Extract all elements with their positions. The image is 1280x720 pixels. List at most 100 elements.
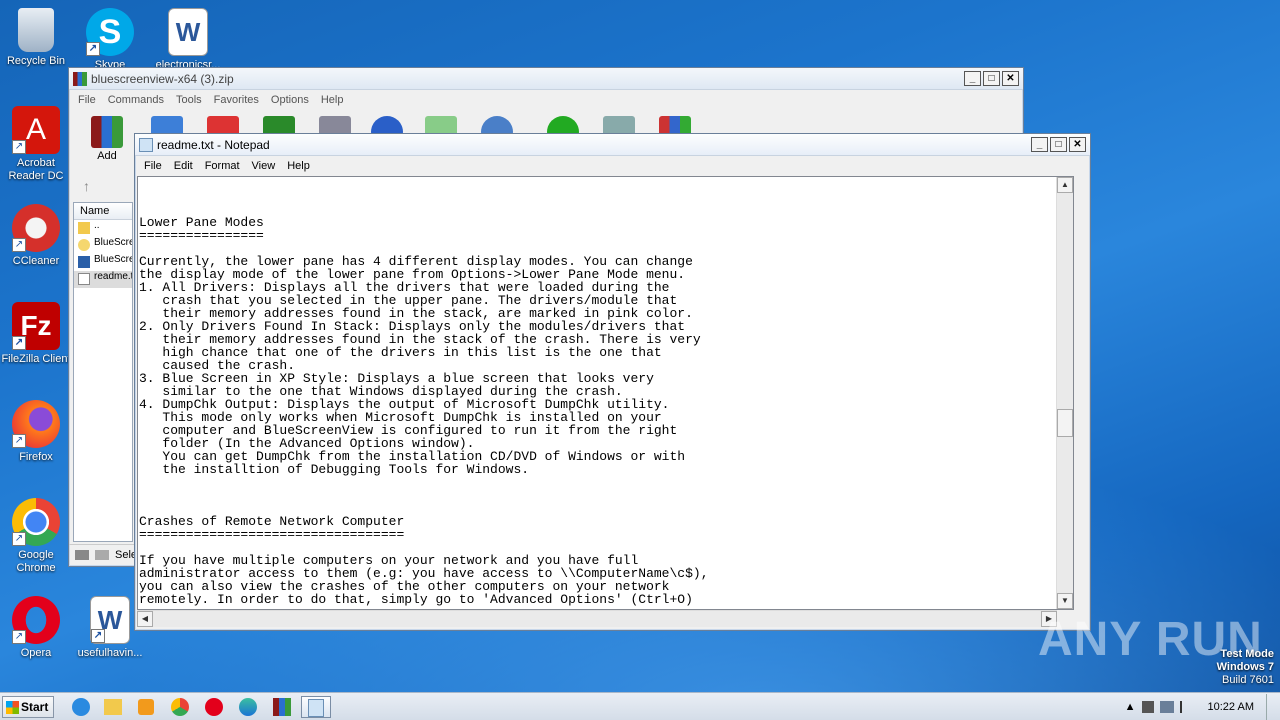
- drive-icon: [75, 550, 89, 560]
- desktop-icon-label: Opera: [20, 647, 52, 659]
- text-area[interactable]: Lower Pane Modes ================ Current…: [137, 176, 1074, 610]
- taskbar-media-player[interactable]: [131, 696, 161, 718]
- desktop-icon-chrome[interactable]: ↗ Google Chrome: [0, 498, 72, 575]
- menu-help[interactable]: Help: [315, 94, 350, 106]
- winrar-titlebar[interactable]: bluescreenview-x64 (3).zip _ □ ✕: [69, 68, 1023, 90]
- desktop-icon-label: usefulhavin...: [77, 647, 143, 659]
- add-label: Add: [97, 150, 117, 162]
- menu-options[interactable]: Options: [265, 94, 315, 106]
- network-icon[interactable]: [1159, 701, 1174, 713]
- file-row[interactable]: BlueScreenView.exe: [74, 254, 132, 271]
- desktop-icon-opera[interactable]: ↗ Opera: [0, 596, 72, 660]
- opera-icon: [205, 698, 223, 716]
- close-button[interactable]: ✕: [1069, 137, 1086, 152]
- desktop-icon-recycle-bin[interactable]: Recycle Bin: [0, 8, 72, 68]
- minimize-button[interactable]: _: [1031, 137, 1048, 152]
- flag-icon[interactable]: [1179, 701, 1192, 713]
- file-name: ..: [94, 220, 100, 231]
- notepad-title: readme.txt - Notepad: [157, 137, 270, 152]
- acrobat-icon: A ↗: [12, 106, 60, 154]
- menu-file[interactable]: File: [72, 94, 102, 106]
- taskbar-opera[interactable]: [199, 696, 229, 718]
- file-row[interactable]: ..: [74, 220, 132, 237]
- notepad-icon: [308, 699, 324, 717]
- file-name: BlueScreenView.chm: [94, 237, 132, 248]
- minimize-button[interactable]: _: [964, 71, 981, 86]
- notepad-icon: [139, 137, 153, 152]
- desktop-icon-skype[interactable]: S ↗ Skype: [74, 8, 146, 72]
- close-button[interactable]: ✕: [1002, 71, 1019, 86]
- clock[interactable]: 10:22 AM: [1208, 701, 1254, 713]
- maximize-button[interactable]: □: [983, 71, 1000, 86]
- text-line: [139, 203, 1055, 216]
- scroll-thumb[interactable]: [1057, 408, 1073, 437]
- taskbar-ie[interactable]: [66, 696, 96, 718]
- desktop-icon-label: FileZilla Client: [1, 353, 71, 365]
- text-line: [139, 190, 1055, 203]
- menu-tools[interactable]: Tools: [170, 94, 208, 106]
- menu-favorites[interactable]: Favorites: [208, 94, 265, 106]
- taskbar-edge[interactable]: [233, 696, 263, 718]
- winrar-menubar: File Commands Tools Favorites Options He…: [69, 90, 1023, 109]
- word-doc-icon: W ↗: [90, 596, 130, 644]
- show-desktop-button[interactable]: [1266, 693, 1276, 720]
- scroll-down-button[interactable]: ▼: [1057, 593, 1073, 609]
- notepad-menubar: File Edit Format View Help: [135, 156, 1090, 175]
- chrome-icon: ↗: [12, 498, 60, 546]
- notepad-titlebar[interactable]: readme.txt - Notepad _ □ ✕: [135, 134, 1090, 156]
- system-tray: ▲ 10:22 AM: [1125, 693, 1280, 720]
- desktop-icon-ccleaner[interactable]: ↗ CCleaner: [0, 204, 72, 268]
- text-line: the installtion of Debugging Tools for W…: [139, 462, 530, 477]
- maximize-button[interactable]: □: [1050, 137, 1067, 152]
- notepad-window[interactable]: readme.txt - Notepad _ □ ✕ File Edit For…: [134, 133, 1091, 631]
- horizontal-scrollbar[interactable]: ◀ ▶: [137, 610, 1057, 627]
- desktop-icon-filezilla[interactable]: Fz ↗ FileZilla Client: [0, 302, 72, 366]
- desktop-icon-firefox[interactable]: ↗ Firefox: [0, 400, 72, 464]
- text-line: Lower Pane Modes: [139, 215, 264, 230]
- watermark-line: Windows 7: [1216, 661, 1274, 673]
- menu-view[interactable]: View: [246, 160, 282, 172]
- start-button[interactable]: Start: [2, 696, 54, 718]
- start-label: Start: [21, 700, 49, 714]
- taskbar-winrar[interactable]: [267, 696, 297, 718]
- firefox-icon: ↗: [12, 400, 60, 448]
- taskbar-notepad[interactable]: [301, 696, 331, 718]
- taskbar-explorer[interactable]: [98, 696, 128, 718]
- recycle-bin-icon: [18, 8, 54, 52]
- menu-commands[interactable]: Commands: [102, 94, 170, 106]
- ccleaner-icon: ↗: [12, 204, 60, 252]
- text-file-icon: [78, 273, 90, 285]
- vertical-scrollbar[interactable]: ▲ ▼: [1056, 177, 1073, 609]
- skype-icon: S ↗: [86, 8, 134, 56]
- show-hidden-icons-icon[interactable]: ▲: [1125, 701, 1136, 713]
- file-row[interactable]: BlueScreenView.chm: [74, 237, 132, 254]
- scroll-left-button[interactable]: ◀: [137, 611, 153, 627]
- menu-edit[interactable]: Edit: [168, 160, 199, 172]
- column-name[interactable]: Name: [74, 203, 132, 220]
- menu-format[interactable]: Format: [199, 160, 246, 172]
- desktop-icon-label: CCleaner: [12, 255, 60, 267]
- chrome-icon: [171, 698, 189, 716]
- menu-file[interactable]: File: [138, 160, 168, 172]
- speaker-icon[interactable]: [1141, 701, 1154, 713]
- edge-icon: [239, 698, 257, 716]
- taskbar-chrome[interactable]: [165, 696, 195, 718]
- file-list[interactable]: Name .. BlueScreenView.chm BlueScreenVie…: [73, 202, 133, 542]
- winrar-icon: [273, 698, 291, 716]
- menu-help[interactable]: Help: [281, 160, 316, 172]
- file-row[interactable]: readme.txt: [74, 271, 132, 288]
- filezilla-icon: Fz ↗: [12, 302, 60, 350]
- ie-icon: [72, 698, 90, 716]
- file-name: BlueScreenView.exe: [94, 254, 132, 265]
- desktop-icon-acrobat[interactable]: A ↗ Acrobat Reader DC: [0, 106, 72, 183]
- scroll-up-button[interactable]: ▲: [1057, 177, 1073, 193]
- desktop-icon-electronicsr[interactable]: W electronicsr...: [152, 8, 224, 72]
- windows-logo-icon: [6, 701, 19, 714]
- key-icon: [95, 550, 109, 560]
- add-button[interactable]: Add: [87, 116, 127, 162]
- up-button[interactable]: ↑: [83, 178, 103, 196]
- help-file-icon: [78, 239, 90, 251]
- test-mode-watermark: Test Mode Windows 7 Build 7601: [1217, 648, 1274, 687]
- text-line: ==================================: [139, 527, 405, 542]
- text-content: Lower Pane Modes ================ Current…: [139, 177, 1055, 606]
